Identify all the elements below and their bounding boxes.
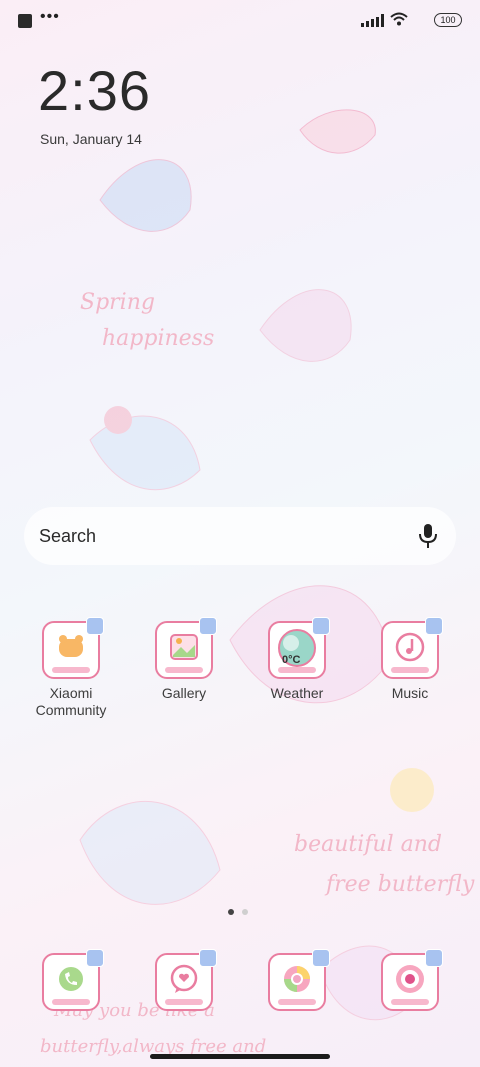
page-indicator [228,909,248,915]
signal-icon [361,14,384,27]
app-xiaomi-community[interactable]: Xiaomi Community [16,617,126,719]
music-icon [381,617,443,679]
clock-date[interactable]: Sun, January 14 [40,131,142,147]
clock-time[interactable]: 2:36 [38,58,151,123]
search-bar[interactable]: Search [24,507,456,565]
app-label: Music [391,685,429,701]
home-indicator[interactable] [150,1054,330,1059]
wallpaper-text: Spring [80,290,155,315]
search-label: Search [39,526,97,546]
dock-camera[interactable] [355,949,465,1011]
status-bar: ••• 100 [18,8,462,32]
dock-messages[interactable] [129,949,239,1011]
app-label: Gallery [161,685,207,701]
weather-icon: 0°C [268,617,330,679]
app-label: Xiaomi Community [35,685,107,718]
app-weather[interactable]: 0°C Weather [242,617,352,702]
app-label: Weather [270,685,324,701]
messages-icon [155,949,217,1011]
wallpaper-text: happiness [102,326,215,351]
camera-icon [381,949,443,1011]
wallpaper-text: beautiful and [294,832,442,857]
chrome-icon [268,949,330,1011]
more-notifications-icon: ••• [40,8,60,25]
wifi-icon [390,12,408,26]
weather-temp: 0°C [282,654,301,666]
app-music[interactable]: Music [355,617,465,702]
microphone-icon[interactable] [418,523,438,549]
dock-chrome[interactable] [242,949,352,1011]
gallery-icon [155,617,217,679]
phone-icon [42,949,104,1011]
app-gallery[interactable]: Gallery [129,617,239,702]
wallpaper-text: free butterfly [326,872,475,897]
battery-indicator: 100 [434,13,462,27]
xiaomi-community-icon [42,617,104,679]
dock-phone[interactable] [16,949,126,1011]
app-icon [18,14,32,28]
